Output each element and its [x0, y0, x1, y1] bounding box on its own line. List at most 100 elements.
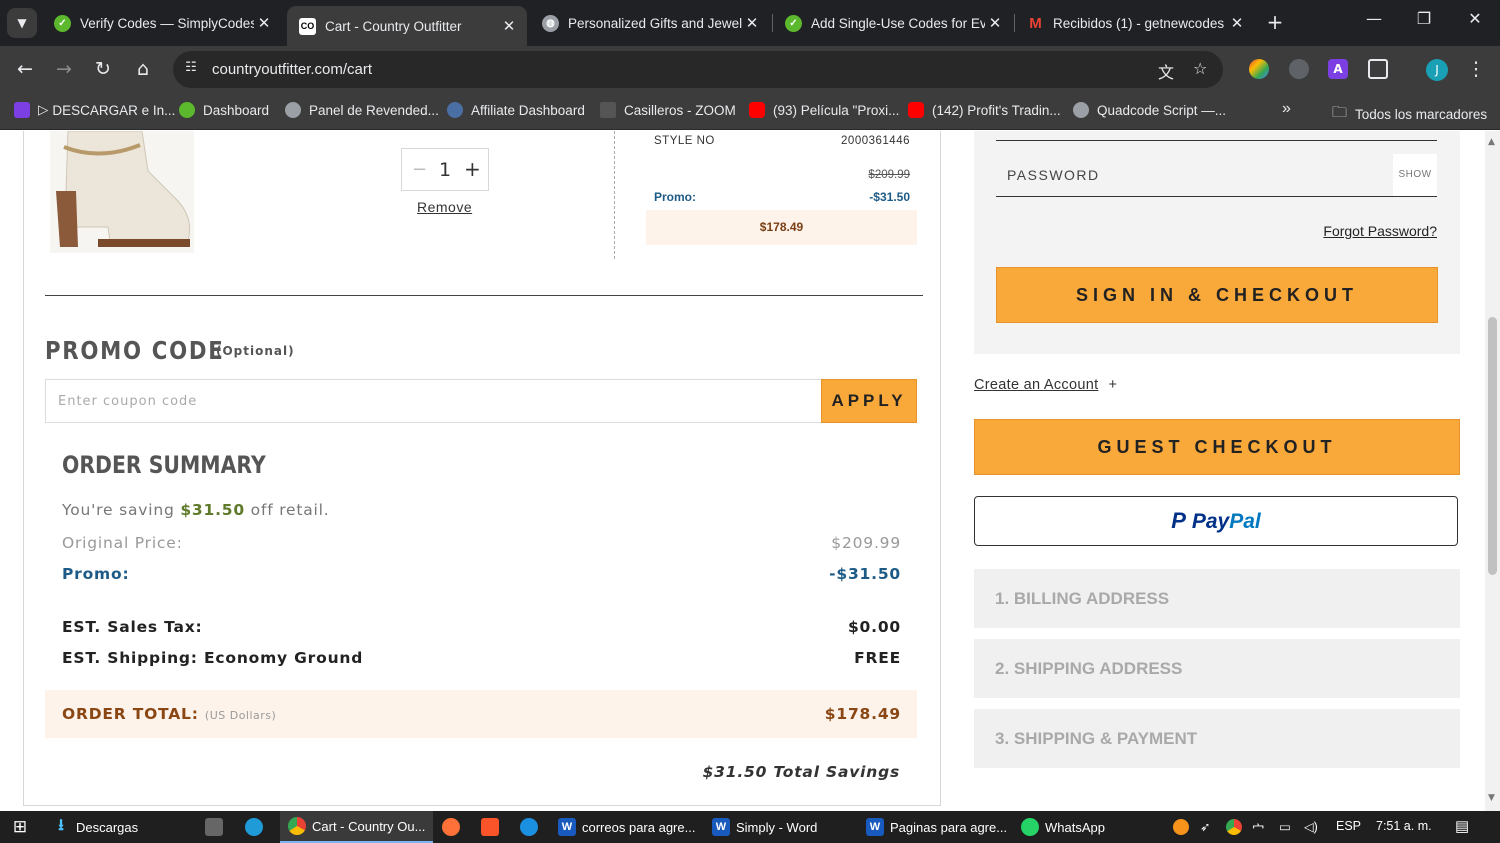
restore-icon[interactable]: ❐ — [1409, 9, 1439, 28]
currency-note: (US Dollars) — [204, 709, 277, 722]
email-field-underline[interactable] — [996, 140, 1437, 141]
order-total-row: ORDER TOTAL: (US Dollars) $178.49 — [45, 690, 917, 738]
extension-gray-icon[interactable] — [1289, 59, 1309, 79]
close-icon[interactable]: ✕ — [254, 14, 274, 32]
create-account-row[interactable]: Create an Account + — [974, 377, 1117, 393]
show-password-button[interactable]: SHOW — [1393, 154, 1437, 196]
ime-icon[interactable]: 宀 — [1252, 819, 1265, 838]
forgot-password-link[interactable]: Forgot Password? — [1323, 223, 1437, 239]
item-original-price: $209.99 — [868, 169, 910, 181]
scroll-up-icon[interactable]: ▲ — [1488, 137, 1495, 147]
total-savings: $31.50 Total Savings — [702, 763, 900, 781]
brave-icon[interactable] — [481, 811, 505, 843]
bookmark-profit[interactable]: (142) Profit's Tradin... — [908, 102, 1061, 118]
whatsapp-icon — [1021, 818, 1039, 836]
address-bar[interactable]: ☷ countryoutfitter.com/cart 文 ☆ — [173, 51, 1223, 88]
step-billing-address[interactable]: 1. BILLING ADDRESS — [974, 569, 1460, 628]
word-icon: W — [558, 818, 576, 836]
boot-image — [50, 131, 194, 253]
tab-search-button[interactable]: ▼ — [7, 8, 37, 38]
original-price-label: Original Price: — [62, 534, 183, 552]
taskbar-word-correos[interactable]: W correos para agre... — [556, 811, 704, 843]
tray-app-icon[interactable] — [1173, 819, 1189, 835]
back-arrow-icon[interactable]: ← — [12, 57, 38, 83]
shipping-label: EST. Shipping: Economy Ground — [62, 649, 364, 667]
step-shipping-payment[interactable]: 3. SHIPPING & PAYMENT — [974, 709, 1460, 768]
network-icon[interactable]: ▭ — [1279, 819, 1291, 834]
remove-link[interactable]: Remove — [417, 199, 472, 215]
paypal-button[interactable]: P PayPal — [974, 496, 1458, 546]
tray-colorful-icon[interactable] — [1226, 819, 1242, 835]
product-image[interactable] — [50, 131, 194, 253]
url-text[interactable]: countryoutfitter.com/cart — [212, 61, 372, 78]
close-icon[interactable]: ✕ — [1227, 14, 1247, 32]
all-bookmarks-button[interactable]: 🗀 Todos los marcadores — [1332, 102, 1487, 127]
taskbar-word-simply[interactable]: W Simply - Word — [710, 811, 858, 843]
taskbar-chrome-cart[interactable]: Cart - Country Ou... — [280, 811, 433, 843]
tab-personalized-gifts[interactable]: ◍ Personalized Gifts and Jewelry ✕ — [530, 6, 770, 40]
download-icon: ⭳ — [58, 816, 64, 834]
close-icon[interactable]: ✕ — [499, 17, 519, 35]
coupon-code-input[interactable] — [45, 379, 822, 423]
tab-gmail[interactable]: M Recibidos (1) - getnewcodes ✕ — [1015, 6, 1255, 40]
volume-icon[interactable]: ◁) — [1304, 819, 1318, 834]
minimize-icon[interactable]: — — [1359, 9, 1389, 28]
item-promo-value: -$31.50 — [869, 190, 910, 204]
password-field[interactable]: PASSWORD SHOW — [996, 154, 1437, 197]
reload-icon[interactable]: ↻ — [90, 57, 116, 83]
taskbar-whatsapp[interactable]: WhatsApp — [1019, 811, 1159, 843]
clock[interactable]: 7:51 a. m. — [1376, 819, 1432, 833]
bookmark-dashboard[interactable]: Dashboard — [179, 102, 269, 118]
bookmark-star-icon[interactable]: ☆ — [1193, 59, 1207, 78]
create-account-link[interactable]: Create an Account — [974, 377, 1098, 393]
bookmark-panel[interactable]: Panel de Revended... — [285, 102, 439, 118]
firefox-icon[interactable] — [442, 811, 466, 843]
new-tab-button[interactable]: + — [1263, 10, 1287, 34]
guest-checkout-button[interactable]: GUEST CHECKOUT — [974, 419, 1460, 475]
sign-in-checkout-button[interactable]: SIGN IN & CHECKOUT — [996, 267, 1438, 323]
puzzle-icon[interactable] — [1368, 59, 1388, 79]
quantity-stepper[interactable]: − 1 + — [401, 148, 489, 191]
kebab-menu-icon[interactable]: ⋮ — [1463, 57, 1489, 83]
notification-icon[interactable]: ▤ — [1455, 817, 1469, 835]
qty-increment-button[interactable]: + — [464, 157, 481, 181]
edge-icon[interactable] — [245, 811, 269, 843]
page-scrollbar[interactable]: ▲ ▼ — [1485, 131, 1500, 811]
apply-button[interactable]: APPLY — [821, 379, 917, 423]
store-icon[interactable] — [205, 811, 229, 843]
close-icon[interactable]: ✕ — [742, 14, 762, 32]
close-icon[interactable]: ✕ — [985, 14, 1005, 32]
site-info-icon[interactable]: ☷ — [182, 60, 200, 78]
tab-add-codes[interactable]: ✓ Add Single-Use Codes for Every ✕ — [773, 6, 1013, 40]
bookmark-affiliate[interactable]: Affiliate Dashboard — [447, 102, 585, 118]
step-shipping-address[interactable]: 2. SHIPPING ADDRESS — [974, 639, 1460, 698]
tab-strip: ▼ ✓ Verify Codes — SimplyCodes ✕ CO Cart… — [0, 0, 1500, 46]
language-indicator[interactable]: ESP — [1336, 819, 1361, 833]
tab-verify-codes[interactable]: ✓ Verify Codes — SimplyCodes ✕ — [42, 6, 282, 40]
scroll-thumb[interactable] — [1488, 317, 1497, 575]
tab-cart[interactable]: CO Cart - Country Outfitter ✕ — [287, 6, 527, 46]
taskbar-descargas[interactable]: ⭳ Descargas — [46, 811, 196, 843]
word-icon: W — [712, 818, 730, 836]
extension-colorful-icon[interactable] — [1249, 59, 1269, 79]
taskbar-word-paginas[interactable]: W Paginas para agre... — [864, 811, 1012, 843]
home-icon[interactable]: ⌂ — [130, 57, 156, 83]
safari-icon[interactable] — [520, 811, 544, 843]
bookmark-pelicula[interactable]: (93) Película "Proxi... — [749, 102, 899, 118]
bookmark-descargar[interactable]: ▷ DESCARGAR e In... — [14, 102, 175, 118]
extension-a-icon[interactable]: A — [1328, 59, 1348, 79]
profile-avatar[interactable]: J — [1426, 59, 1448, 81]
bookmark-casilleros[interactable]: Casilleros - ZOOM — [600, 102, 736, 118]
windows-start-icon[interactable]: ⊞ — [0, 811, 40, 843]
translate-icon[interactable]: 文 — [1158, 59, 1174, 83]
forward-arrow-icon[interactable]: → — [51, 57, 77, 83]
qty-decrement-button[interactable]: − — [412, 159, 427, 180]
page-viewport: − 1 + Remove STYLE NO 2000361446 $209.99… — [0, 131, 1485, 811]
simplycodes-icon: ✓ — [54, 14, 71, 32]
tray-feather-icon[interactable]: ➶ — [1200, 819, 1210, 834]
bookmark-label: Quadcode Script —... — [1097, 102, 1227, 118]
scroll-down-icon[interactable]: ▼ — [1488, 793, 1495, 803]
close-window-icon[interactable]: ✕ — [1460, 9, 1490, 28]
bookmark-quadcode[interactable]: Quadcode Script —... — [1073, 102, 1226, 118]
more-bookmarks-button[interactable]: » — [1282, 100, 1291, 118]
